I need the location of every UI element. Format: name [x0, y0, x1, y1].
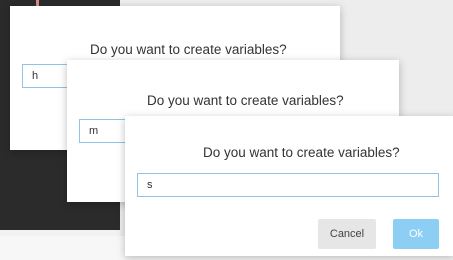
dialog-question: Do you want to create variables? — [90, 42, 287, 57]
ok-button[interactable]: Ok — [393, 219, 439, 249]
create-variables-dialog-3: Do you want to create variables? s Cance… — [125, 116, 453, 256]
dialog-question: Do you want to create variables? — [203, 145, 400, 160]
cancel-button[interactable]: Cancel — [318, 219, 376, 249]
dialog-question: Do you want to create variables? — [147, 93, 344, 108]
variable-input[interactable]: s — [137, 173, 439, 197]
